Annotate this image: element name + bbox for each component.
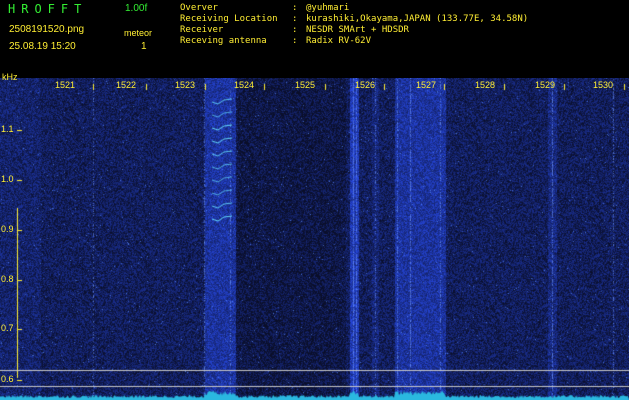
y-tick-label: 1.1 bbox=[1, 124, 14, 134]
x-tick-label: 1521 bbox=[55, 80, 76, 90]
y-tick-label: 0.9 bbox=[1, 224, 14, 234]
x-tick-label: 1522 bbox=[116, 80, 137, 90]
x-tick-label: 1530 bbox=[593, 80, 614, 90]
spectrogram bbox=[0, 78, 629, 400]
x-tick-label: 1528 bbox=[475, 80, 496, 90]
meteor-label: meteor bbox=[124, 28, 153, 38]
station-info: Overver: @yuhmari Receiving Location: kura… bbox=[180, 3, 528, 47]
x-tick-label: 1523 bbox=[175, 80, 196, 90]
y-tick-label: 0.8 bbox=[1, 274, 14, 284]
y-tick-label: 0.7 bbox=[1, 323, 14, 333]
timestamp: 25.08.19 15:20 bbox=[9, 41, 76, 52]
x-tick-label: 1524 bbox=[234, 80, 255, 90]
meteor-count: 1 bbox=[141, 41, 147, 52]
x-tick-label: 1526 bbox=[355, 80, 376, 90]
header-panel: HROFFT 1.00f 2508191520.png 25.08.19 15:… bbox=[0, 0, 629, 78]
info-row-observer: Overver: @yuhmari bbox=[180, 3, 350, 13]
version-label: 1.00f bbox=[125, 3, 148, 14]
x-tick-label: 1527 bbox=[416, 80, 437, 90]
y-axis-unit: kHz bbox=[2, 72, 18, 82]
file-name: 2508191520.png bbox=[9, 24, 85, 35]
app-logo: HROFFT bbox=[8, 2, 88, 16]
info-row-location: Receiving Location: kurashiki,Okayama,JAP… bbox=[180, 14, 529, 24]
info-row-antenna: Receving antenna: Radix RV-62V bbox=[180, 36, 372, 46]
y-tick-label: 0.6 bbox=[1, 374, 14, 384]
x-tick-label: 1529 bbox=[535, 80, 556, 90]
y-tick-label: 1.0 bbox=[1, 174, 14, 184]
info-row-receiver: Receiver: NESDR SMArt + HDSDR bbox=[180, 25, 409, 35]
x-tick-label: 1525 bbox=[295, 80, 316, 90]
